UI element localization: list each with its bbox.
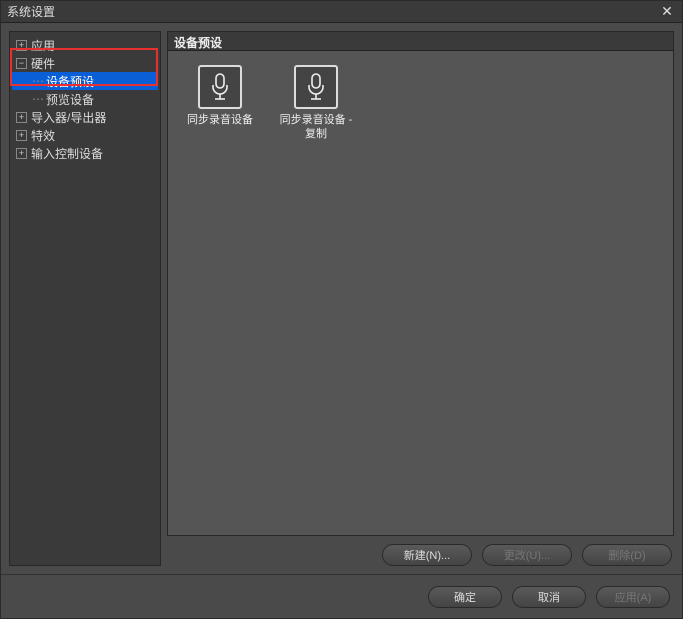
tree-item-effects[interactable]: + 特效: [12, 126, 158, 144]
tree-item-hardware[interactable]: − 硬件: [12, 54, 158, 72]
right-panel: 设备预设 同步录音设备: [167, 31, 674, 566]
expander-plus-icon[interactable]: +: [16, 130, 27, 141]
close-icon[interactable]: ✕: [658, 3, 676, 21]
content-area: + 应用 − 硬件 ⋯ 设备预设 ⋯ 预览设备 + 导入器/导出器 + 特: [1, 23, 682, 574]
system-settings-window: 系统设置 ✕ + 应用 − 硬件 ⋯ 设备预设 ⋯ 预览设备 +: [0, 0, 683, 619]
cancel-button[interactable]: 取消: [512, 586, 586, 608]
dialog-footer: 确定 取消 应用(A): [1, 574, 682, 618]
microphone-icon: [198, 65, 242, 109]
tree-label: 设备预设: [46, 73, 94, 90]
tree-connector-icon: ⋯: [32, 92, 46, 106]
expander-minus-icon[interactable]: −: [16, 58, 27, 69]
tree-label: 应用: [31, 37, 55, 54]
tree-item-importer-exporter[interactable]: + 导入器/导出器: [12, 108, 158, 126]
expander-plus-icon[interactable]: +: [16, 40, 27, 51]
microphone-icon: [294, 65, 338, 109]
section-header: 设备预设: [167, 31, 674, 51]
tree-label: 硬件: [31, 55, 55, 72]
expander-plus-icon[interactable]: +: [16, 112, 27, 123]
nav-tree: + 应用 − 硬件 ⋯ 设备预设 ⋯ 预览设备 + 导入器/导出器 + 特: [9, 31, 161, 566]
preset-item[interactable]: 同步录音设备 - 复制: [278, 65, 354, 142]
ok-button[interactable]: 确定: [428, 586, 502, 608]
tree-connector-icon: ⋯: [32, 74, 46, 88]
preset-list: 同步录音设备 同步录音设备 - 复制: [167, 51, 674, 536]
titlebar: 系统设置 ✕: [1, 1, 682, 23]
tree-item-preview-device[interactable]: ⋯ 预览设备: [12, 90, 158, 108]
preset-item[interactable]: 同步录音设备: [182, 65, 258, 127]
tree-item-input-control[interactable]: + 输入控制设备: [12, 144, 158, 162]
tree-item-app[interactable]: + 应用: [12, 36, 158, 54]
tree-label: 输入控制设备: [31, 145, 103, 162]
preset-label: 同步录音设备 - 复制: [278, 113, 354, 142]
delete-button[interactable]: 删除(D): [582, 544, 672, 566]
tree-item-device-preset[interactable]: ⋯ 设备预设: [12, 72, 158, 90]
tree-label: 导入器/导出器: [31, 109, 106, 126]
new-button[interactable]: 新建(N)...: [382, 544, 472, 566]
tree-label: 特效: [31, 127, 55, 144]
preset-button-row: 新建(N)... 更改(U)... 删除(D): [167, 544, 674, 566]
tree-label: 预览设备: [46, 91, 94, 108]
change-button[interactable]: 更改(U)...: [482, 544, 572, 566]
expander-plus-icon[interactable]: +: [16, 148, 27, 159]
window-title: 系统设置: [7, 3, 658, 20]
apply-button[interactable]: 应用(A): [596, 586, 670, 608]
preset-label: 同步录音设备: [187, 113, 253, 127]
